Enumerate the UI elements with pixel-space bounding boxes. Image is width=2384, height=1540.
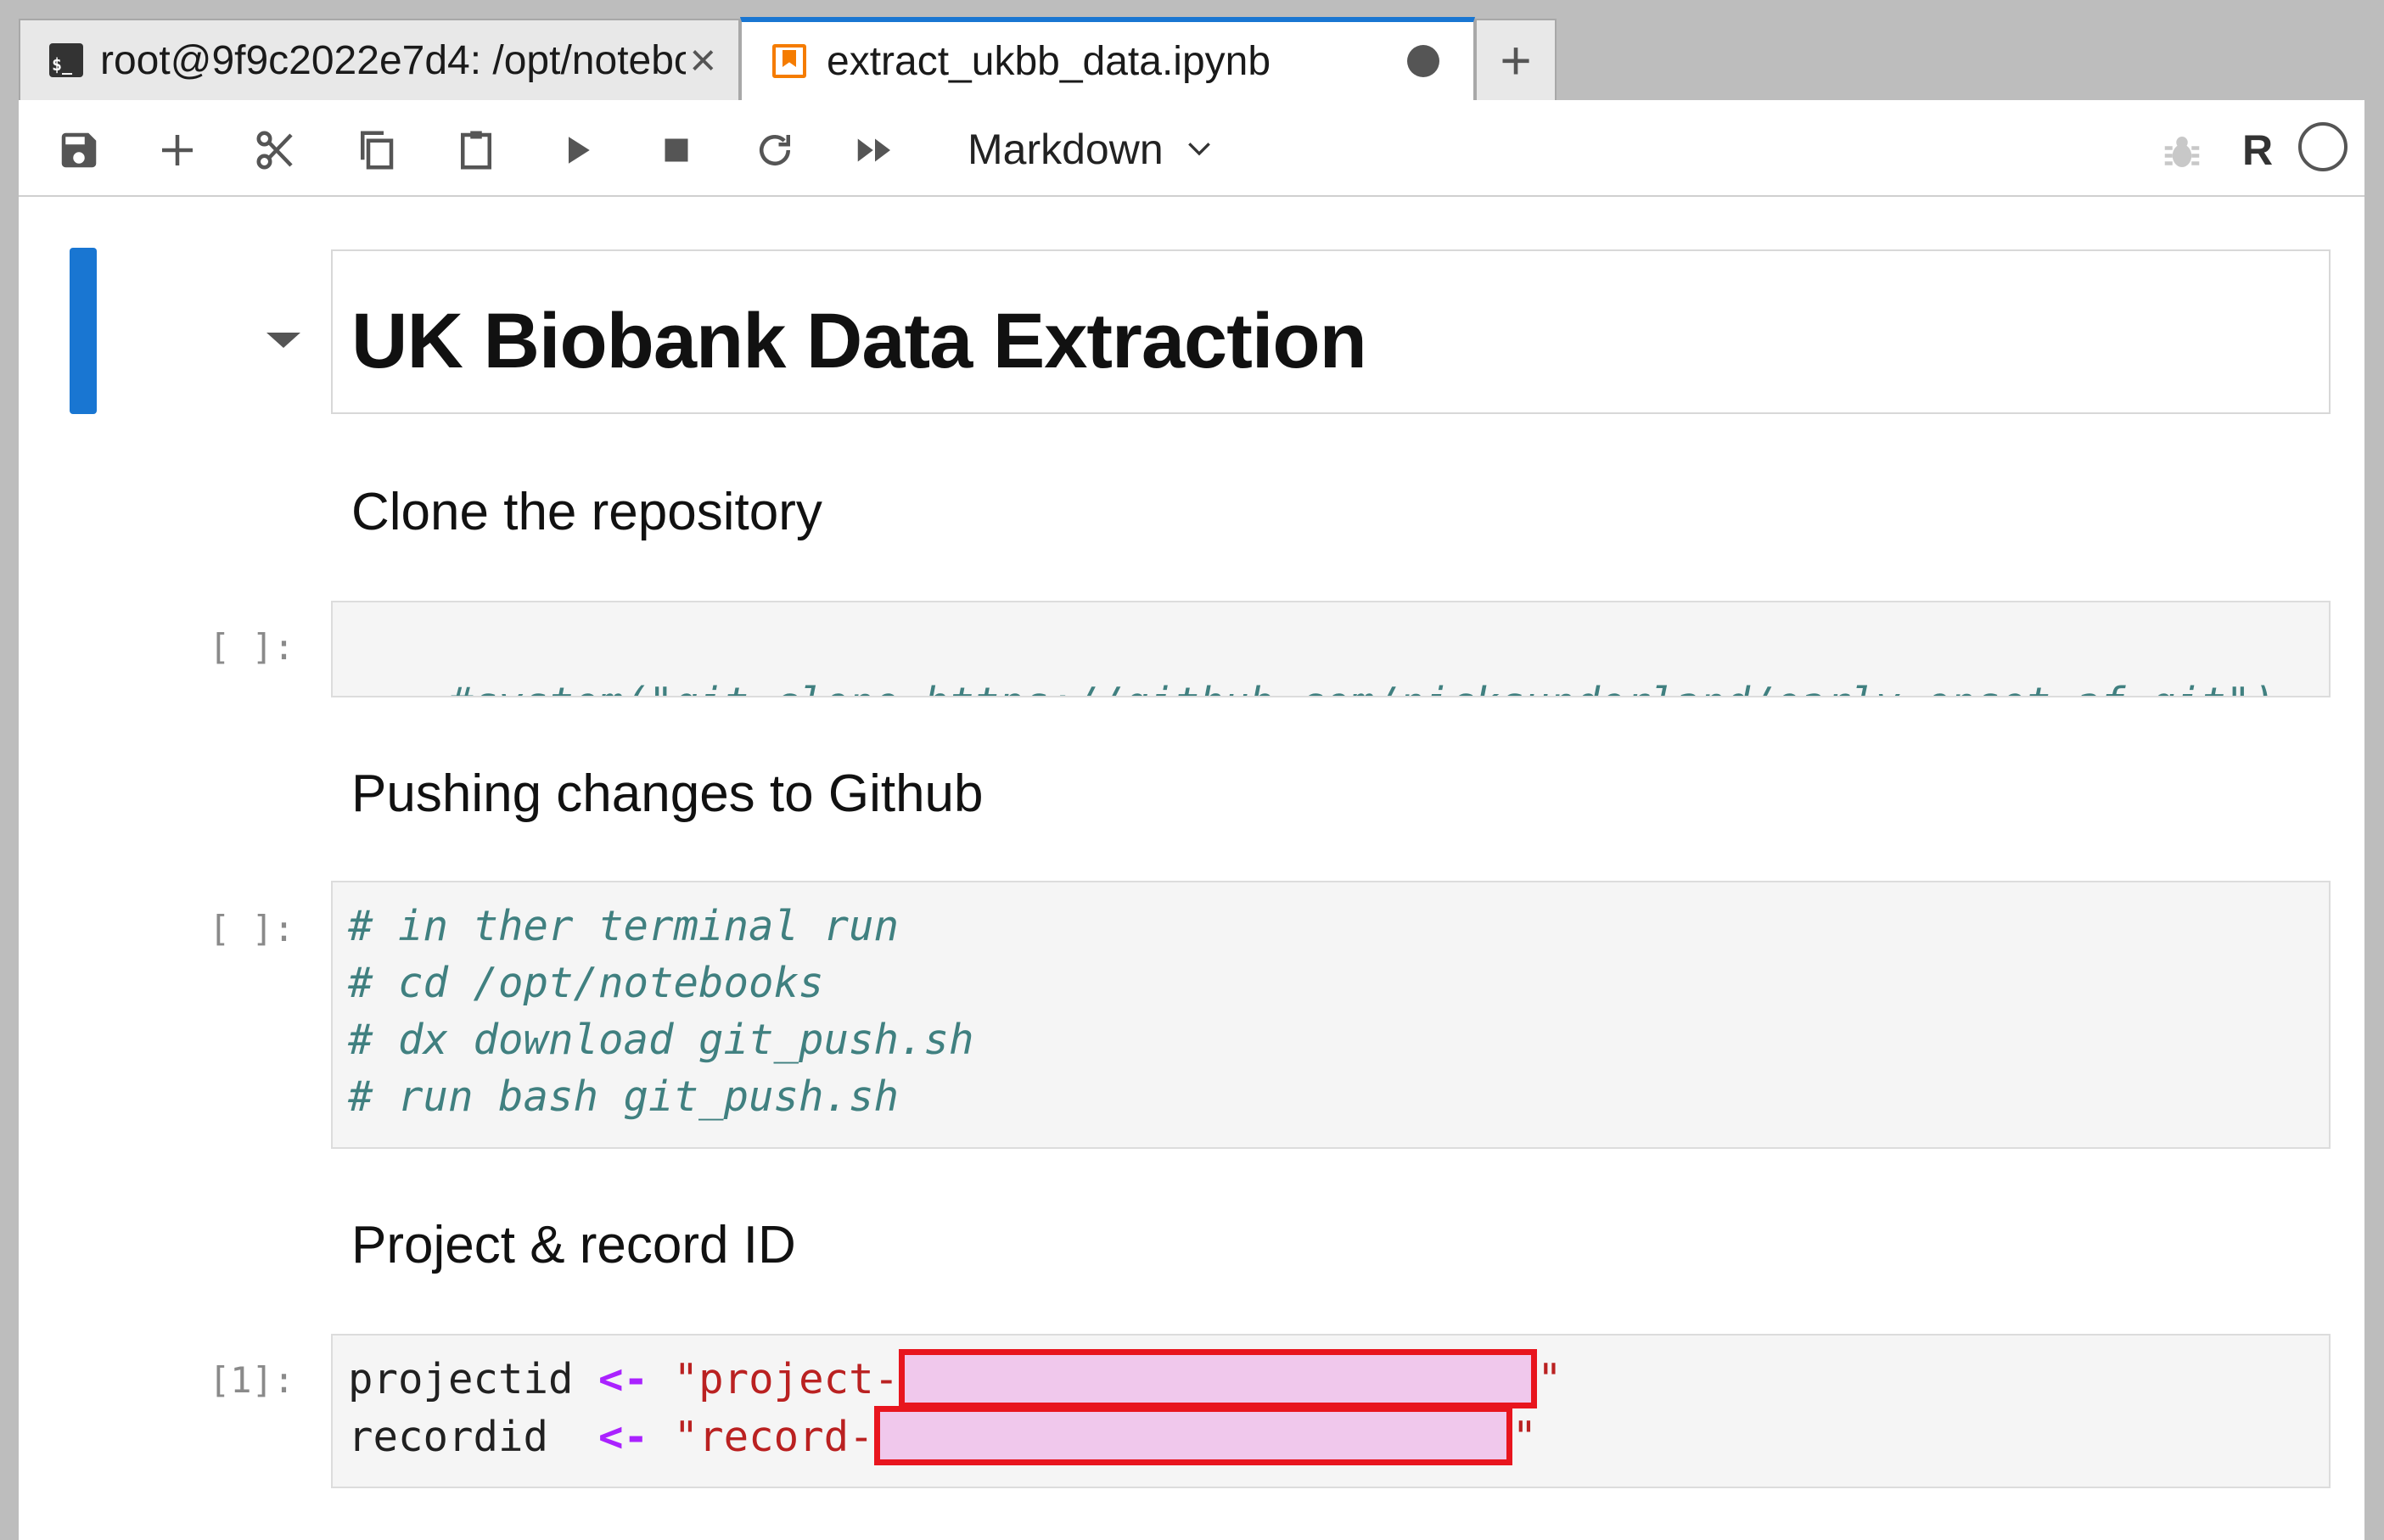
copy-icon bbox=[361, 131, 394, 170]
chevron-down-icon bbox=[1187, 143, 1210, 156]
heading-push: Pushing changes to Github bbox=[351, 764, 984, 823]
string-literal: " bbox=[1512, 1412, 1538, 1461]
variable-name: projectid bbox=[348, 1355, 574, 1403]
run-all-button[interactable] bbox=[849, 124, 901, 176]
bug-icon[interactable] bbox=[2159, 129, 2205, 175]
code-cell-ids[interactable]: projectid <- "project- " recordid <- "rec… bbox=[331, 1334, 2331, 1488]
run-button[interactable] bbox=[550, 124, 603, 176]
unsaved-dot-icon[interactable] bbox=[1407, 45, 1439, 77]
stop-icon bbox=[665, 138, 688, 162]
tab-notebook[interactable]: extract_ukbb_data.ipynb bbox=[740, 17, 1475, 100]
redacted-project-id bbox=[899, 1348, 1538, 1408]
cell-prompt: [1]: bbox=[209, 1359, 295, 1401]
paste-button[interactable] bbox=[450, 124, 502, 176]
code-line: # run bash git_push.sh bbox=[348, 1072, 900, 1121]
cut-button[interactable] bbox=[250, 124, 302, 176]
string-literal: "record- bbox=[673, 1412, 874, 1461]
code-cell-push[interactable]: # in ther terminal run # cd /opt/noteboo… bbox=[331, 881, 2331, 1149]
paste-icon bbox=[461, 131, 491, 170]
cell-type-label: Markdown bbox=[968, 126, 1164, 173]
notebook-icon bbox=[772, 44, 806, 78]
cell-prompt: [ ]: bbox=[209, 908, 295, 949]
code-line: #system("git clone https://github.com/ni… bbox=[448, 679, 2276, 696]
code-line: # dx download git_push.sh bbox=[348, 1016, 974, 1064]
cell-prompt: [ ]: bbox=[209, 626, 295, 668]
heading-ids: Project & record ID bbox=[351, 1216, 796, 1274]
code-cell-clone[interactable]: #system("git clone https://github.com/ni… bbox=[331, 601, 2331, 697]
stop-button[interactable] bbox=[650, 124, 703, 176]
run-icon bbox=[569, 137, 590, 164]
string-literal: "project- bbox=[673, 1355, 900, 1403]
scissors-icon bbox=[256, 131, 293, 170]
tab-bar: $_ root@9f9c2022e7d4: /opt/notebooks × e… bbox=[19, 0, 2364, 100]
add-cell-button[interactable] bbox=[151, 124, 204, 176]
code-line: # cd /opt/notebooks bbox=[348, 959, 824, 1007]
plus-icon bbox=[162, 135, 193, 165]
notebook-title: UK Biobank Data Extraction bbox=[351, 298, 1367, 384]
save-icon bbox=[61, 132, 97, 168]
terminal-icon: $_ bbox=[49, 43, 83, 77]
redacted-record-id bbox=[873, 1406, 1512, 1465]
fast-forward-icon bbox=[857, 138, 890, 162]
tab-terminal[interactable]: $_ root@9f9c2022e7d4: /opt/notebooks × bbox=[19, 19, 740, 100]
tab-terminal-label: root@9f9c2022e7d4: /opt/notebooks bbox=[100, 37, 686, 83]
close-icon[interactable]: × bbox=[689, 34, 716, 87]
save-button[interactable] bbox=[53, 124, 105, 176]
variable-name: recordid bbox=[348, 1412, 549, 1461]
kernel-status-icon bbox=[2298, 122, 2348, 171]
string-literal: " bbox=[1537, 1355, 1562, 1403]
restart-button[interactable] bbox=[749, 124, 801, 176]
notebook-toolbar: Markdown R bbox=[19, 100, 2364, 197]
kernel-name[interactable]: R bbox=[2242, 126, 2273, 175]
assign-operator: <- bbox=[598, 1355, 649, 1403]
code-line: # in ther terminal run bbox=[348, 902, 900, 950]
notebook-panel: Markdown R UK Biobank Data Extraction Cl… bbox=[19, 100, 2364, 1540]
tab-notebook-label: extract_ukbb_data.ipynb bbox=[827, 38, 1271, 84]
cell-type-dropdown[interactable]: Markdown bbox=[968, 122, 1216, 176]
copy-button[interactable] bbox=[350, 124, 402, 176]
heading-clone: Clone the repository bbox=[351, 483, 822, 541]
active-cell-indicator[interactable] bbox=[70, 248, 97, 414]
new-tab-button[interactable]: + bbox=[1475, 19, 1557, 100]
restart-icon bbox=[760, 135, 790, 165]
collapse-arrow-icon[interactable] bbox=[266, 333, 300, 348]
assign-operator: <- bbox=[598, 1412, 649, 1461]
